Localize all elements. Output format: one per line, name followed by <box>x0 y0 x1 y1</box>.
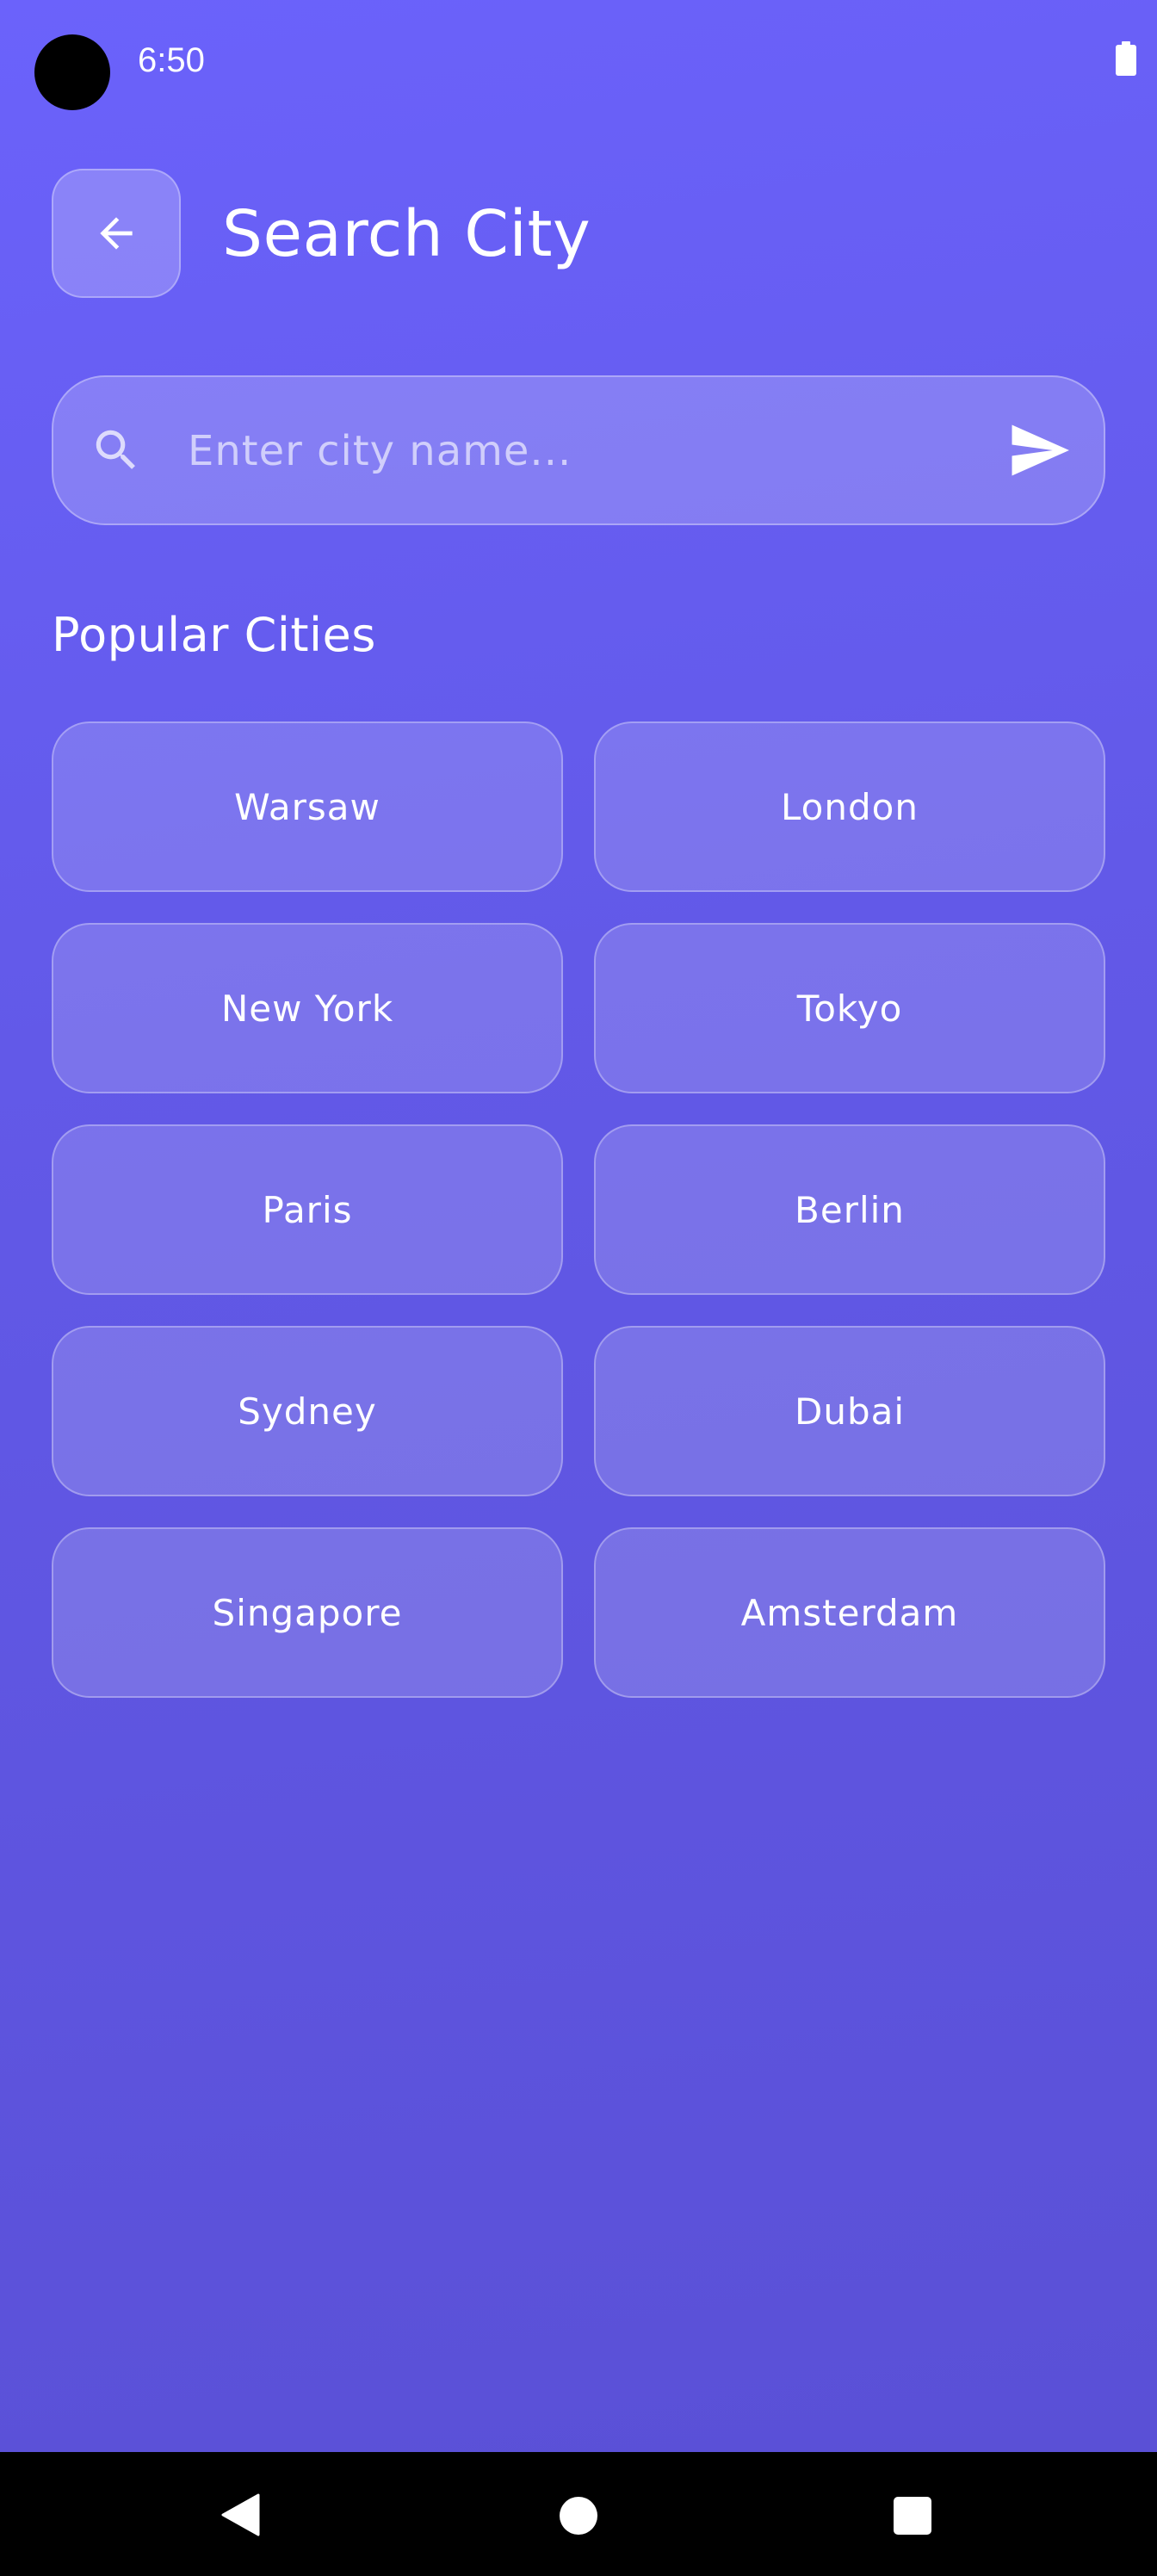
popular-cities-grid: Warsaw London New York Tokyo Paris Berli… <box>52 721 1105 1698</box>
city-search-input[interactable] <box>188 413 962 489</box>
status-time: 6:50 <box>138 41 205 79</box>
back-button[interactable] <box>52 169 181 298</box>
city-button-paris[interactable]: Paris <box>52 1124 563 1295</box>
page-title: Search City <box>222 197 591 271</box>
city-button-berlin[interactable]: Berlin <box>594 1124 1105 1295</box>
city-button-sydney[interactable]: Sydney <box>52 1326 563 1496</box>
city-button-amsterdam[interactable]: Amsterdam <box>594 1527 1105 1698</box>
city-button-singapore[interactable]: Singapore <box>52 1527 563 1698</box>
camera-cutout <box>34 34 110 110</box>
city-button-new-york[interactable]: New York <box>52 923 563 1093</box>
city-button-london[interactable]: London <box>594 721 1105 892</box>
app-screen: 6:50 Search City Popular Cities Warsaw L… <box>0 0 1157 2452</box>
battery-icon <box>1116 41 1136 76</box>
popular-cities-title: Popular Cities <box>52 608 376 662</box>
status-bar: 6:50 <box>0 0 1157 121</box>
circle-home-icon[interactable] <box>560 2497 597 2535</box>
arrow-left-icon <box>100 217 133 250</box>
square-recents-icon[interactable] <box>894 2497 931 2535</box>
city-button-tokyo[interactable]: Tokyo <box>594 923 1105 1093</box>
send-icon[interactable] <box>1009 424 1071 477</box>
city-button-dubai[interactable]: Dubai <box>594 1326 1105 1496</box>
city-button-warsaw[interactable]: Warsaw <box>52 721 563 892</box>
search-icon <box>96 430 135 469</box>
triangle-back-icon[interactable] <box>220 2493 260 2536</box>
